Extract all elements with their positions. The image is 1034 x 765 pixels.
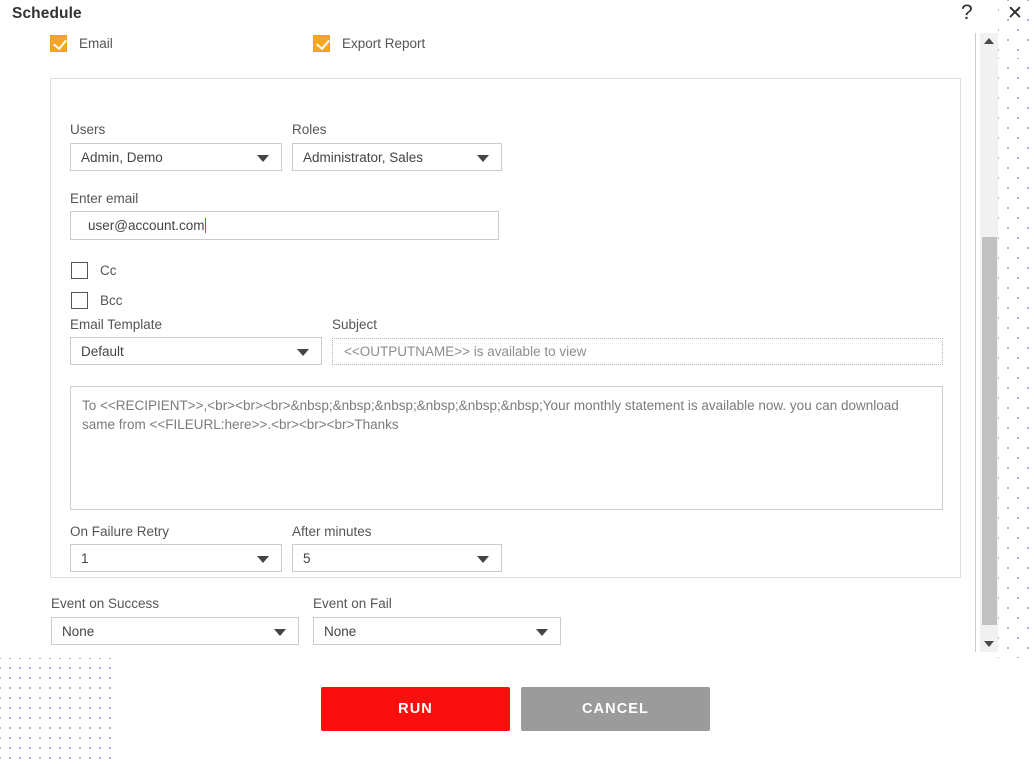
checkbox-unchecked-icon	[71, 292, 88, 309]
chevron-down-icon	[257, 556, 269, 563]
after-minutes-label: After minutes	[292, 524, 372, 539]
enter-email-label: Enter email	[70, 191, 139, 206]
dialog-header: Schedule ? ✕	[0, 0, 1034, 31]
run-button[interactable]: RUN	[321, 687, 510, 731]
checkbox-cc[interactable]: Cc	[71, 262, 117, 279]
email-body-textarea[interactable]: To <<RECIPIENT>>,<br><br><br>&nbsp;&nbsp…	[70, 386, 943, 510]
scroll-down-arrow-icon[interactable]	[980, 635, 998, 652]
checkbox-bcc[interactable]: Bcc	[71, 292, 123, 309]
on-failure-retry-label: On Failure Retry	[70, 524, 170, 539]
event-on-success-select[interactable]: None	[51, 617, 299, 645]
event-on-fail-select-value: None	[324, 623, 357, 639]
scrollbar-thumb[interactable]	[982, 237, 997, 625]
cancel-button[interactable]: CANCEL	[521, 687, 710, 731]
on-failure-retry-select-value: 1	[81, 550, 89, 566]
enter-email-input[interactable]: user@account.com	[70, 211, 499, 240]
subject-input[interactable]: <<OUTPUTNAME>> is available to view	[332, 338, 943, 365]
users-select-value: Admin, Demo	[81, 149, 163, 165]
email-settings-panel: Users Admin, Demo Roles Administrator, S…	[50, 78, 961, 578]
event-on-fail-label: Event on Fail	[313, 596, 392, 611]
checkbox-unchecked-icon	[71, 262, 88, 279]
event-on-success-select-value: None	[62, 623, 95, 639]
chevron-down-icon	[477, 155, 489, 162]
users-select[interactable]: Admin, Demo	[70, 143, 282, 171]
chevron-down-icon	[257, 155, 269, 162]
roles-select[interactable]: Administrator, Sales	[292, 143, 502, 171]
enter-email-value: user@account.com	[88, 218, 205, 233]
users-label: Users	[70, 122, 106, 137]
email-template-select[interactable]: Default	[70, 337, 322, 365]
chevron-down-icon	[536, 629, 548, 636]
event-on-success-label: Event on Success	[51, 596, 160, 611]
event-on-fail-select[interactable]: None	[313, 617, 561, 645]
after-minutes-select-value: 5	[303, 550, 311, 566]
checkbox-checked-icon	[50, 35, 67, 52]
help-icon[interactable]: ?	[961, 2, 973, 23]
after-minutes-select[interactable]: 5	[292, 544, 502, 572]
checkbox-export-report[interactable]: Export Report	[313, 35, 425, 52]
chevron-down-icon	[274, 629, 286, 636]
subject-label: Subject	[332, 317, 378, 332]
on-failure-retry-select[interactable]: 1	[70, 544, 282, 572]
email-template-select-value: Default	[81, 343, 124, 359]
roles-select-value: Administrator, Sales	[303, 149, 424, 165]
roles-label: Roles	[292, 122, 327, 137]
email-template-label: Email Template	[70, 317, 163, 332]
page-title: Schedule	[12, 5, 82, 22]
checkbox-email[interactable]: Email	[50, 35, 113, 52]
scrollbar-track-edge	[975, 33, 976, 652]
scroll-up-arrow-icon[interactable]	[980, 33, 998, 50]
vertical-scrollbar[interactable]	[980, 33, 998, 652]
chevron-down-icon	[477, 556, 489, 563]
checkbox-checked-icon	[313, 35, 330, 52]
close-icon[interactable]: ✕	[1007, 4, 1023, 23]
checkbox-bcc-label: Bcc	[100, 293, 123, 308]
dialog-content: Email Export Report Users Admin, Demo Ro…	[0, 31, 975, 658]
checkbox-cc-label: Cc	[100, 263, 117, 278]
schedule-dialog: Schedule ? ✕ Email Export Report Users A…	[0, 0, 1034, 765]
checkbox-email-label: Email	[79, 36, 113, 51]
subject-placeholder: <<OUTPUTNAME>> is available to view	[344, 344, 587, 359]
checkbox-export-report-label: Export Report	[342, 36, 426, 51]
chevron-down-icon	[297, 349, 309, 356]
text-cursor	[204, 218, 206, 233]
